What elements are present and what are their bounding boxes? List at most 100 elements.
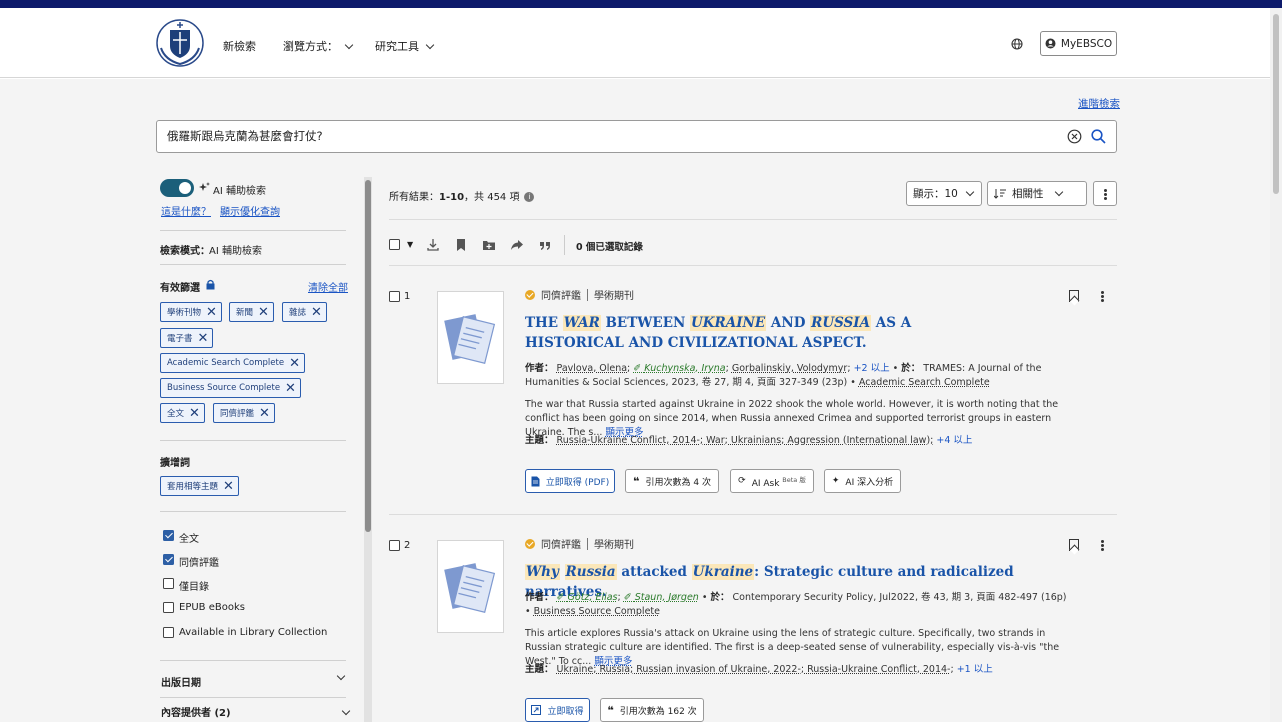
search-icon[interactable] <box>1091 129 1106 144</box>
bookmark-icon[interactable] <box>1069 539 1079 551</box>
filter-chip[interactable]: 電子書 ✕ <box>160 328 214 348</box>
get-now-button[interactable]: 立即取得 <box>525 698 590 722</box>
limiter-checkbox-fulltext[interactable] <box>163 530 174 541</box>
bookmark-icon[interactable] <box>454 238 468 252</box>
more-subjects-link[interactable]: +1 以上 <box>957 664 993 675</box>
subject-links[interactable]: Ukraine; Russia; Russian invasion of Ukr… <box>557 664 954 675</box>
nav-browse[interactable]: 瀏覽方式： <box>283 38 354 54</box>
author-link[interactable]: Gorbalinskiy, Volodymyr <box>732 363 847 374</box>
close-icon[interactable]: ✕ <box>258 306 269 319</box>
database-link[interactable]: Business Source Complete <box>534 606 660 617</box>
limiter-checkbox-catalog-only[interactable] <box>163 578 174 589</box>
filter-chip[interactable]: 學術刊物 ✕ <box>160 302 222 322</box>
clear-search-icon[interactable] <box>1067 129 1082 144</box>
cited-by-button[interactable]: ❝ 引用次數為 4 次 <box>625 469 719 493</box>
what-is-this-link[interactable]: 這是什麼？ <box>161 203 211 218</box>
close-icon[interactable]: ✕ <box>223 480 234 493</box>
publication-type: 同儕評鑑 學術期刊 <box>525 287 634 302</box>
expanders-heading: 擴增詞 <box>160 458 190 469</box>
chevron-down-icon[interactable] <box>341 706 351 716</box>
sidebar-scrollbar-thumb[interactable] <box>365 180 371 532</box>
more-authors-link[interactable]: +2 以上 <box>854 363 890 374</box>
database-link[interactable]: Academic Search Complete <box>859 377 990 388</box>
cite-icon[interactable] <box>538 238 552 252</box>
orcid-author-link[interactable]: ✐ Kuchynska, Iryna <box>633 363 725 374</box>
close-icon[interactable]: ✕ <box>259 407 270 420</box>
cited-by-button[interactable]: ❝ 引用次數為 162 次 <box>600 698 704 722</box>
filter-chip[interactable]: Business Source Complete ✕ <box>160 378 301 398</box>
advanced-search-link[interactable]: 進階檢索 <box>1078 96 1120 111</box>
page-scrollbar-thumb[interactable] <box>1273 14 1279 194</box>
display-count-select[interactable]: 顯示：10 <box>906 181 982 206</box>
close-icon[interactable]: ✕ <box>289 357 300 370</box>
select-all-checkbox[interactable] <box>389 239 400 250</box>
sort-select[interactable]: 相關性 <box>987 181 1087 206</box>
filter-chip[interactable]: Academic Search Complete ✕ <box>160 353 305 373</box>
record-title[interactable]: THE WAR BETWEEN UKRAINE AND RUSSIA AS A … <box>525 313 1005 353</box>
close-icon[interactable]: ✕ <box>285 382 296 395</box>
close-icon[interactable]: ✕ <box>206 306 217 319</box>
ai-assist-toggle[interactable] <box>160 179 194 197</box>
filter-chip[interactable]: 全文 ✕ <box>160 403 205 423</box>
divider <box>389 514 1117 515</box>
nav-research-tools[interactable]: 研究工具 <box>375 38 435 54</box>
more-vertical-icon[interactable] <box>1101 295 1104 298</box>
filter-chip-label: 全文 <box>167 409 185 419</box>
source-type-label: 學術期刊 <box>594 540 634 551</box>
share-icon[interactable] <box>510 238 524 252</box>
filter-chip[interactable]: 同儕評鑑 ✕ <box>213 403 275 423</box>
get-pdf-button[interactable]: 立即取得 (PDF) <box>525 469 615 493</box>
orcid-author-link[interactable]: ✐ Staun, Jørgen <box>624 592 699 603</box>
peer-reviewed-icon <box>525 289 535 300</box>
expander-chip-label: 套用相等主題 <box>167 482 219 492</box>
download-icon[interactable] <box>426 238 440 252</box>
document-thumbnail[interactable] <box>437 540 504 633</box>
chevron-down-icon[interactable] <box>336 671 346 681</box>
show-optimized-query-link[interactable]: 顯示優化查詢 <box>220 203 280 218</box>
filter-chip-label: Academic Search Complete <box>167 358 285 368</box>
record-subjects: 主題： Ukraine; Russia; Russian invasion of… <box>525 664 993 675</box>
filter-chip-label: 新聞 <box>236 308 254 318</box>
more-vertical-icon[interactable] <box>1101 544 1104 547</box>
limiter-checkbox-library-collection[interactable] <box>163 627 174 638</box>
close-icon[interactable]: ✕ <box>311 306 322 319</box>
filter-chip[interactable]: 新聞 ✕ <box>229 302 274 322</box>
document-thumbnail[interactable] <box>437 291 504 384</box>
author-link[interactable]: Pavlova, Olena <box>557 363 628 374</box>
bookmark-icon[interactable] <box>1069 290 1079 302</box>
top-accent-bar <box>0 0 1282 8</box>
search-input[interactable] <box>167 129 1047 143</box>
record-checkbox[interactable] <box>389 540 400 551</box>
subject-links[interactable]: Russia-Ukraine Conflict, 2014-; War; Ukr… <box>557 435 934 446</box>
limiter-checkbox-epub[interactable] <box>163 602 174 613</box>
publication-date-facet[interactable]: 出版日期 <box>161 674 201 689</box>
clear-all-link[interactable]: 清除全部 <box>308 279 348 294</box>
chevron-down-icon <box>965 187 975 197</box>
folder-add-icon[interactable] <box>482 238 496 252</box>
limiter-checkbox-peer-reviewed[interactable] <box>163 554 174 565</box>
ai-chat-icon: ⟳ <box>738 476 746 486</box>
limiter-label: 同儕評鑑 <box>179 558 219 569</box>
close-icon[interactable]: ✕ <box>198 332 209 345</box>
myebsco-button[interactable]: MyEBSCO <box>1040 31 1117 56</box>
content-provider-facet[interactable]: 內容提供者 (2) <box>161 704 231 719</box>
orcid-author-link[interactable]: ✐ Götz, Elias <box>557 592 618 603</box>
nav-new-search[interactable]: 新檢索 <box>223 38 256 54</box>
expander-chip[interactable]: 套用相等主題 ✕ <box>160 476 239 496</box>
more-options-button[interactable] <box>1093 181 1117 206</box>
close-icon[interactable]: ✕ <box>189 407 200 420</box>
record-checkbox[interactable] <box>389 291 400 302</box>
caret-down-icon[interactable]: ▼ <box>407 240 413 249</box>
info-icon[interactable]: i <box>524 192 535 202</box>
record-number: 2 <box>404 540 411 551</box>
results-total: ，共 454 項 <box>464 192 520 203</box>
peer-review-label: 同儕評鑑 <box>541 291 581 302</box>
filter-chip[interactable]: 雜誌 ✕ <box>282 302 327 322</box>
user-icon <box>1045 38 1056 49</box>
globe-icon[interactable] <box>1011 38 1023 50</box>
ai-ask-button[interactable]: ⟳ AI Ask Beta 版 <box>730 469 814 493</box>
document-icon <box>444 314 496 365</box>
more-subjects-link[interactable]: +4 以上 <box>936 435 972 446</box>
library-logo[interactable] <box>155 18 205 68</box>
ai-insights-button[interactable]: ✦ AI 深入分析 <box>824 469 901 493</box>
